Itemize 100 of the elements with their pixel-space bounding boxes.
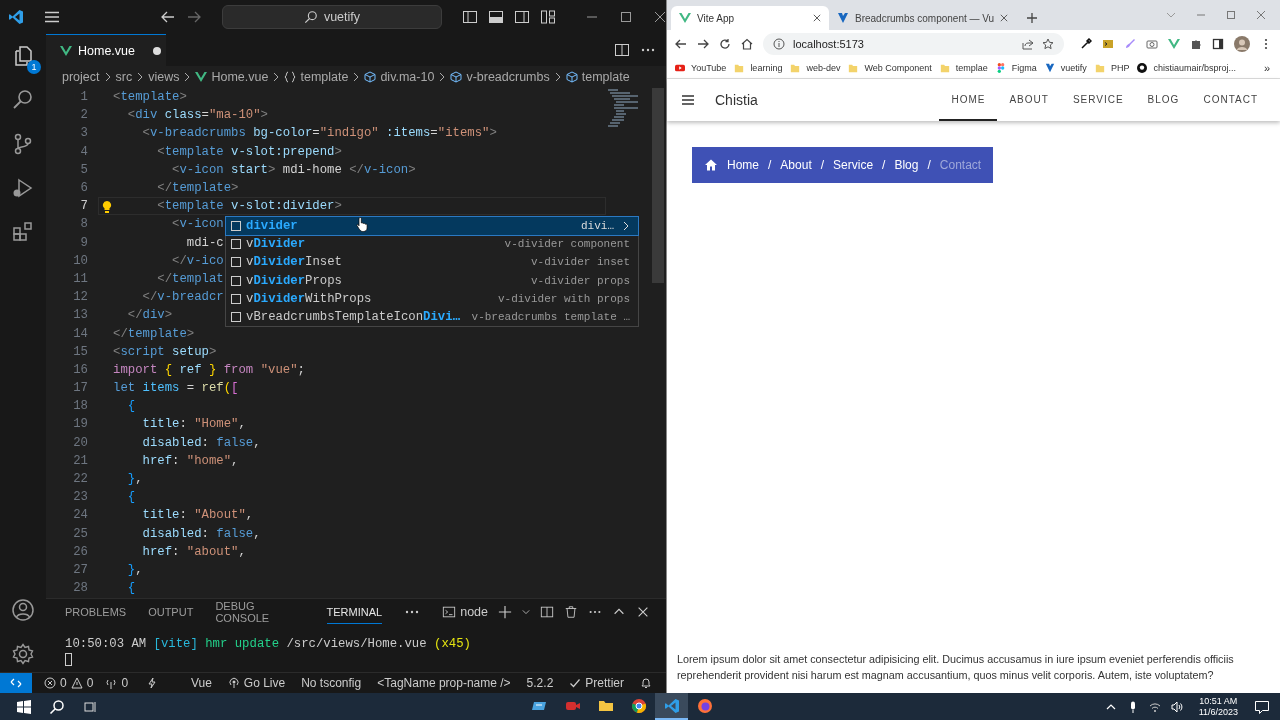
panel-tab[interactable]: TERMINAL bbox=[326, 600, 383, 624]
close-icon[interactable] bbox=[1000, 13, 1009, 23]
breadcrumb-item[interactable]: project bbox=[62, 70, 100, 84]
back-arrow-icon[interactable] bbox=[675, 37, 687, 50]
breadcrumb-link[interactable]: Blog bbox=[894, 158, 919, 172]
scrollbar-thumb[interactable] bbox=[652, 88, 664, 283]
chevron-right-icon[interactable] bbox=[622, 221, 630, 232]
breadcrumb-link[interactable]: About bbox=[780, 158, 812, 172]
bookmark[interactable]: templae bbox=[955, 62, 988, 73]
play-icon[interactable] bbox=[675, 62, 685, 73]
breadcrumb-item[interactable]: Home.vue bbox=[211, 70, 269, 84]
error-icon[interactable] bbox=[44, 677, 56, 689]
bookmark[interactable]: chistiaumair/bsproj... bbox=[1153, 62, 1236, 73]
broadcast-icon[interactable] bbox=[227, 677, 240, 689]
suggestion-item[interactable]: vDividerWithProps v-divider with props bbox=[226, 289, 638, 308]
bookmark[interactable]: Web Component bbox=[864, 62, 932, 73]
brush-icon[interactable] bbox=[1124, 37, 1136, 50]
check-icon[interactable] bbox=[569, 677, 582, 689]
secondary-sidebar-icon[interactable] bbox=[514, 9, 530, 25]
nav-tab[interactable]: SERVICE bbox=[1060, 79, 1136, 121]
chevron-down-icon[interactable] bbox=[522, 607, 530, 617]
lightbulb-icon[interactable] bbox=[101, 200, 113, 215]
panel-tab[interactable]: DEBUG CONSOLE bbox=[215, 594, 305, 630]
error-count[interactable]: 0 bbox=[60, 676, 67, 690]
split-editor-icon[interactable] bbox=[614, 42, 630, 58]
avatar-icon[interactable] bbox=[1234, 35, 1250, 52]
taskbar-button[interactable] bbox=[655, 693, 688, 720]
camera-icon[interactable] bbox=[1146, 37, 1158, 50]
account-icon[interactable] bbox=[11, 598, 35, 622]
bookmark[interactable]: web-dev bbox=[806, 62, 841, 73]
close-icon[interactable] bbox=[813, 13, 821, 23]
puzzle-icon[interactable] bbox=[1190, 37, 1202, 50]
antenna-icon[interactable] bbox=[105, 677, 118, 689]
run-debug-icon[interactable] bbox=[11, 176, 35, 200]
warning-icon[interactable] bbox=[70, 677, 83, 689]
close-icon[interactable] bbox=[636, 605, 650, 619]
bookmark[interactable]: learning bbox=[750, 62, 783, 73]
terminal-name[interactable]: node bbox=[460, 605, 488, 619]
volume-icon[interactable] bbox=[1170, 700, 1183, 713]
star-icon[interactable] bbox=[1042, 37, 1054, 50]
back-arrow-icon[interactable] bbox=[160, 9, 176, 25]
home-icon[interactable] bbox=[741, 37, 753, 50]
suggestion-item[interactable]: vBreadcrumbsTemplateIconDivi… v-breadcrumbs template … bbox=[226, 307, 638, 327]
breadcrumb-link[interactable]: Home bbox=[727, 158, 759, 172]
extensions-icon[interactable] bbox=[11, 220, 35, 244]
windows-logo-icon[interactable] bbox=[17, 699, 31, 714]
breadcrumb-item[interactable]: v-breadcrumbs bbox=[466, 70, 550, 84]
status-item[interactable]: Prettier bbox=[585, 676, 624, 690]
breadcrumb-link[interactable]: Service bbox=[833, 158, 874, 172]
plus-icon[interactable] bbox=[498, 605, 512, 619]
notification-icon[interactable] bbox=[1254, 698, 1270, 715]
suggestion-item[interactable]: divider divi… bbox=[226, 217, 638, 236]
suggestion-item[interactable]: vDividerInset v-divider inset bbox=[226, 253, 638, 272]
trash-icon[interactable] bbox=[564, 605, 578, 619]
menu-icon[interactable] bbox=[44, 9, 60, 25]
breadcrumb-item[interactable]: template bbox=[581, 70, 630, 84]
bookmark[interactable]: vuetify bbox=[1060, 62, 1087, 73]
breadcrumb-item[interactable]: template bbox=[300, 70, 349, 84]
nav-tab[interactable]: ABOUT bbox=[997, 79, 1061, 121]
close-icon[interactable] bbox=[654, 11, 666, 23]
new-tab-icon[interactable] bbox=[1026, 12, 1039, 24]
panel-layout-icon[interactable] bbox=[488, 9, 504, 25]
breadcrumb-item[interactable]: src bbox=[115, 70, 133, 84]
nav-tab[interactable]: CONTACT bbox=[1191, 79, 1270, 121]
clock-time[interactable]: 10:51 AM bbox=[1199, 695, 1238, 707]
more-bookmarks-button[interactable]: » bbox=[1263, 61, 1272, 74]
bookmark[interactable]: Figma bbox=[1011, 62, 1037, 73]
layout-grid-icon[interactable] bbox=[540, 9, 556, 25]
panel-tab[interactable]: PROBLEMS bbox=[65, 600, 127, 624]
wifi-icon[interactable] bbox=[1148, 700, 1161, 713]
clock-date[interactable]: 11/6/2023 bbox=[1198, 706, 1238, 718]
status-item[interactable]: 5.2.2 bbox=[526, 676, 554, 690]
side-panel-icon[interactable] bbox=[1212, 37, 1224, 50]
status-item[interactable]: Vue bbox=[190, 676, 212, 690]
shapes-icon[interactable] bbox=[995, 62, 1006, 73]
status-item[interactable]: <TagName prop-name /> bbox=[377, 676, 511, 690]
browser-tab[interactable]: Breadcrumbs component — Vu bbox=[829, 6, 1017, 30]
maximize-icon[interactable] bbox=[1226, 10, 1236, 20]
breadcrumb-item[interactable]: div.ma-10 bbox=[380, 70, 435, 84]
panel-tab[interactable]: OUTPUT bbox=[148, 600, 194, 624]
v-logo-icon[interactable] bbox=[1044, 62, 1055, 73]
warning-count[interactable]: 0 bbox=[86, 676, 94, 690]
share-icon[interactable] bbox=[1022, 37, 1034, 50]
search-icon[interactable] bbox=[49, 698, 65, 715]
ports-count[interactable]: 0 bbox=[121, 676, 129, 690]
nav-tab[interactable]: BLOG bbox=[1135, 79, 1192, 121]
status-item[interactable]: No tsconfig bbox=[301, 676, 362, 690]
status-item[interactable]: Go Live bbox=[243, 676, 286, 690]
bookmark[interactable]: PHP bbox=[1110, 62, 1130, 73]
menu-icon[interactable] bbox=[681, 93, 695, 107]
editor-tab[interactable]: Home.vue bbox=[46, 34, 166, 66]
bookmark[interactable]: YouTube bbox=[691, 62, 727, 73]
browser-tab[interactable]: Vite App bbox=[671, 6, 829, 30]
split-terminal-icon[interactable] bbox=[540, 605, 554, 619]
bell-icon[interactable] bbox=[640, 677, 652, 689]
command-center[interactable]: vuetify bbox=[222, 5, 442, 29]
settings-icon[interactable] bbox=[11, 642, 35, 666]
suggestion-item[interactable]: vDividerProps v-divider props bbox=[226, 271, 638, 290]
address-bar[interactable]: localhost:5173 bbox=[763, 32, 1064, 55]
suggestion-item[interactable]: vDivider v-divider component bbox=[226, 235, 638, 254]
